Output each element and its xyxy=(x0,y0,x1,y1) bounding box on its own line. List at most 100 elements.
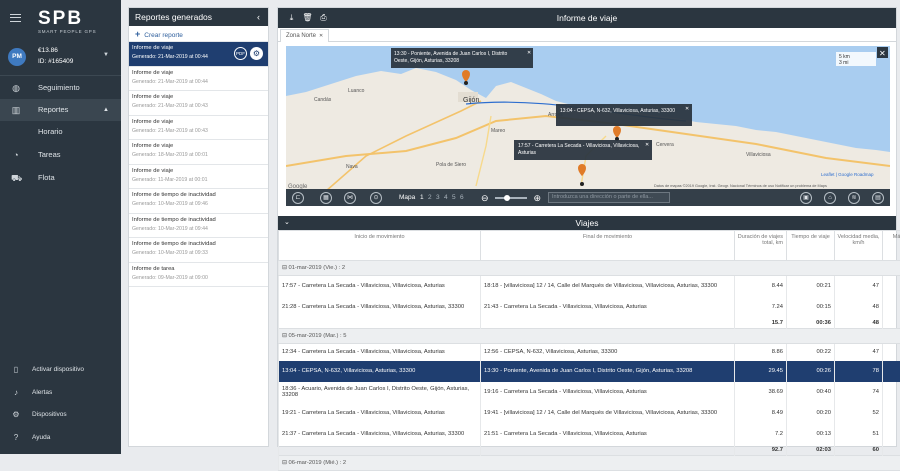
car-icon: ⛟ xyxy=(11,173,21,183)
map-canvas[interactable]: Gijón Candás Luanco Nava Villaviciosa Po… xyxy=(286,46,890,191)
report-item[interactable]: Informe de viaje Generado: 21-Mar-2019 at… xyxy=(129,116,268,141)
table-row[interactable]: 19:21 - Carretera La Secada - Villavicio… xyxy=(279,403,900,424)
place-label: Luanco xyxy=(348,88,365,94)
map-credit[interactable]: Leaflet | Google Roadmap xyxy=(821,172,874,177)
address-search-input[interactable]: Introduzca una dirección o parte de ella… xyxy=(548,192,670,203)
group-row[interactable]: ⊟ 05-mar-2019 (Mar.) : 5 xyxy=(279,329,900,344)
cell-max: 128 xyxy=(883,382,900,403)
close-icon[interactable]: ✕ xyxy=(319,33,323,39)
table-row[interactable]: 21:28 - Carretera La Secada - Villavicio… xyxy=(279,297,900,318)
nav-item-horario[interactable]: Horario xyxy=(0,121,121,143)
home-icon[interactable]: ⌂ xyxy=(824,192,836,204)
place-label: Nava xyxy=(346,164,358,170)
grid-icon[interactable]: ▦ xyxy=(320,192,332,204)
report-item[interactable]: Informe de viajeGenerado: 21-Mar-2019 at… xyxy=(129,91,268,116)
nav-item-dispositivos[interactable]: ⚙Dispositivos xyxy=(0,405,121,425)
cell-start: 17:57 - Carretera La Secada - Villavicio… xyxy=(279,276,481,297)
table-row[interactable]: 12:34 - Carretera La Secada - Villavicio… xyxy=(279,344,900,361)
map-page-2[interactable]: 2 xyxy=(428,189,432,206)
zoom-out-icon[interactable]: ⊖ xyxy=(481,193,489,203)
table-row[interactable]: 18:36 - Acuario, Avenida de Juan Carlos … xyxy=(279,382,900,403)
device-icon: ⚙ xyxy=(11,410,21,420)
cell-end: 19:16 - Carretera La Secada - Villavicio… xyxy=(481,382,735,403)
city-label: Gijón xyxy=(463,97,479,104)
col-header: Máx. velocidad, km/h xyxy=(883,231,900,261)
nav-item-reportes[interactable]: ▥Reportes▲ xyxy=(0,99,121,121)
nav-item-alertas[interactable]: ♪Alertas xyxy=(0,383,121,403)
tasks-icon: ◔ xyxy=(11,150,21,160)
settings-icon[interactable]: ▤ xyxy=(872,192,884,204)
nav-item-seguimiento[interactable]: ◍Seguimiento xyxy=(0,77,121,99)
nav-label: Tareas xyxy=(38,150,61,159)
map-page-1[interactable]: 1 xyxy=(420,189,424,206)
collapse-icon[interactable]: ⌄ xyxy=(284,216,290,230)
cell-avg: 48 xyxy=(835,297,883,318)
report-item[interactable]: Informe de tiempo de inactividadGenerado… xyxy=(129,238,268,263)
report-item-title: Informe de tiempo de inactividad xyxy=(132,217,265,223)
cell-start: 21:37 - Carretera La Secada - Villavicio… xyxy=(279,424,481,445)
pdf-button[interactable]: PDF xyxy=(234,47,247,60)
nav-item-activar-dispositivo[interactable]: ▯Activar dispositivo xyxy=(0,360,121,380)
table-row[interactable]: 21:37 - Carretera La Secada - Villavicio… xyxy=(279,424,900,445)
popup-3: 17:57 - Carretera La Secada - Villavicio… xyxy=(514,140,652,160)
hamburger-menu-icon[interactable] xyxy=(10,14,21,22)
table-row[interactable]: 17:57 - Carretera La Secada - Villavicio… xyxy=(279,276,900,297)
create-report-button[interactable]: +Crear reporte xyxy=(129,26,268,42)
cell-time: 00:40 xyxy=(787,382,835,403)
zoom-handle[interactable] xyxy=(504,195,510,201)
report-item-title: Informe de viaje xyxy=(132,119,265,125)
col-header: Velocidad media, km/h xyxy=(835,231,883,261)
cell-max: 85 xyxy=(883,403,900,424)
nav-item-tareas[interactable]: ◔ Tareas xyxy=(0,144,121,166)
cell-start: 13:04 - CEPSA, N-632, Villaviciosa, Astu… xyxy=(279,361,481,382)
report-item-date: Generado: 21-Mar-2019 at 00:43 xyxy=(132,128,265,134)
trips-header: ⌄ Viajes xyxy=(278,216,896,230)
report-item[interactable]: Informe de viajeGenerado: 11-Mar-2019 at… xyxy=(129,165,268,190)
report-item[interactable]: Informe de viajeGenerado: 18-Mar-2019 at… xyxy=(129,140,268,165)
chart-icon[interactable]: ⊏ xyxy=(292,192,304,204)
report-item-date: Generado: 10-Mar-2019 at 09:44 xyxy=(132,226,265,232)
close-icon[interactable]: ✕ xyxy=(645,142,649,148)
col-header: Duración de viajes total, km xyxy=(735,231,787,261)
tab-zona-norte[interactable]: Zona Norte✕ xyxy=(280,29,329,42)
nav-item-flota[interactable]: ⛟Flota xyxy=(0,167,121,189)
report-item[interactable]: Informe de tiempo de inactividadGenerado… xyxy=(129,189,268,214)
zoom-slider[interactable]: ⊖ ⊕ xyxy=(481,193,541,203)
chevron-down-icon[interactable]: ▼ xyxy=(103,52,109,58)
report-item[interactable]: Informe de tiempo de inactividad Generado… xyxy=(129,214,268,239)
reports-panel: Reportes generados ‹ +Crear reporte Info… xyxy=(128,7,269,447)
map-page-4[interactable]: 4 xyxy=(444,189,448,206)
group-row[interactable]: ⊟ 06-mar-2019 (Mié.) : 2 xyxy=(279,456,900,471)
report-item[interactable]: Informe de viajeGenerado: 21-Mar-2019 at… xyxy=(129,42,268,67)
map-page-5[interactable]: 5 xyxy=(452,189,456,206)
layers-icon[interactable]: ≋ xyxy=(848,192,860,204)
share-icon[interactable]: ⋈ xyxy=(344,192,356,204)
map-page-3[interactable]: 3 xyxy=(436,189,440,206)
col-header: Final de movimiento xyxy=(481,231,735,261)
report-item-date: Generado: 09-Mar-2019 at 09:00 xyxy=(132,275,265,281)
close-icon[interactable]: ✕ xyxy=(879,49,886,58)
map-page-6[interactable]: 6 xyxy=(460,189,464,206)
gear-icon[interactable]: ⚙ xyxy=(250,47,263,60)
account-panel[interactable]: PM €13.86 ID: #165409 ▼ xyxy=(0,40,121,76)
tab-label: Zona Norte xyxy=(286,33,316,39)
group-row[interactable]: ⊟ 01-mar-2019 (Vie.) : 2 xyxy=(279,261,900,276)
report-item[interactable]: Informe de tareaGenerado: 09-Mar-2019 at… xyxy=(129,263,268,288)
close-icon[interactable]: ✕ xyxy=(527,50,531,56)
chevron-up-icon: ▲ xyxy=(103,99,109,121)
map-view[interactable]: Gijón Candás Luanco Nava Villaviciosa Po… xyxy=(286,46,890,191)
close-icon[interactable]: ✕ xyxy=(685,106,689,112)
group-label: ⊟ 01-mar-2019 (Vie.) : 2 xyxy=(279,261,900,276)
chevron-left-icon[interactable]: ‹ xyxy=(257,8,260,26)
report-item[interactable]: Informe de viajeGenerado: 21-Mar-2019 at… xyxy=(129,67,268,92)
pin-icon[interactable]: ⊙ xyxy=(370,192,382,204)
nav-item-ayuda[interactable]: ?Ayuda xyxy=(0,428,121,448)
save-icon[interactable]: ▣ xyxy=(800,192,812,204)
nav-label: Horario xyxy=(38,127,63,136)
nav-label: Reportes xyxy=(38,105,68,114)
group-label: ⊟ 06-mar-2019 (Mié.) : 2 xyxy=(279,456,900,471)
table-row[interactable]: 13:04 - CEPSA, N-632, Villaviciosa, Astu… xyxy=(279,361,900,382)
report-item-title: Informe de tiempo de inactividad xyxy=(132,192,265,198)
zoom-in-icon[interactable]: ⊕ xyxy=(533,193,541,203)
reports-header: Reportes generados ‹ xyxy=(129,8,268,26)
